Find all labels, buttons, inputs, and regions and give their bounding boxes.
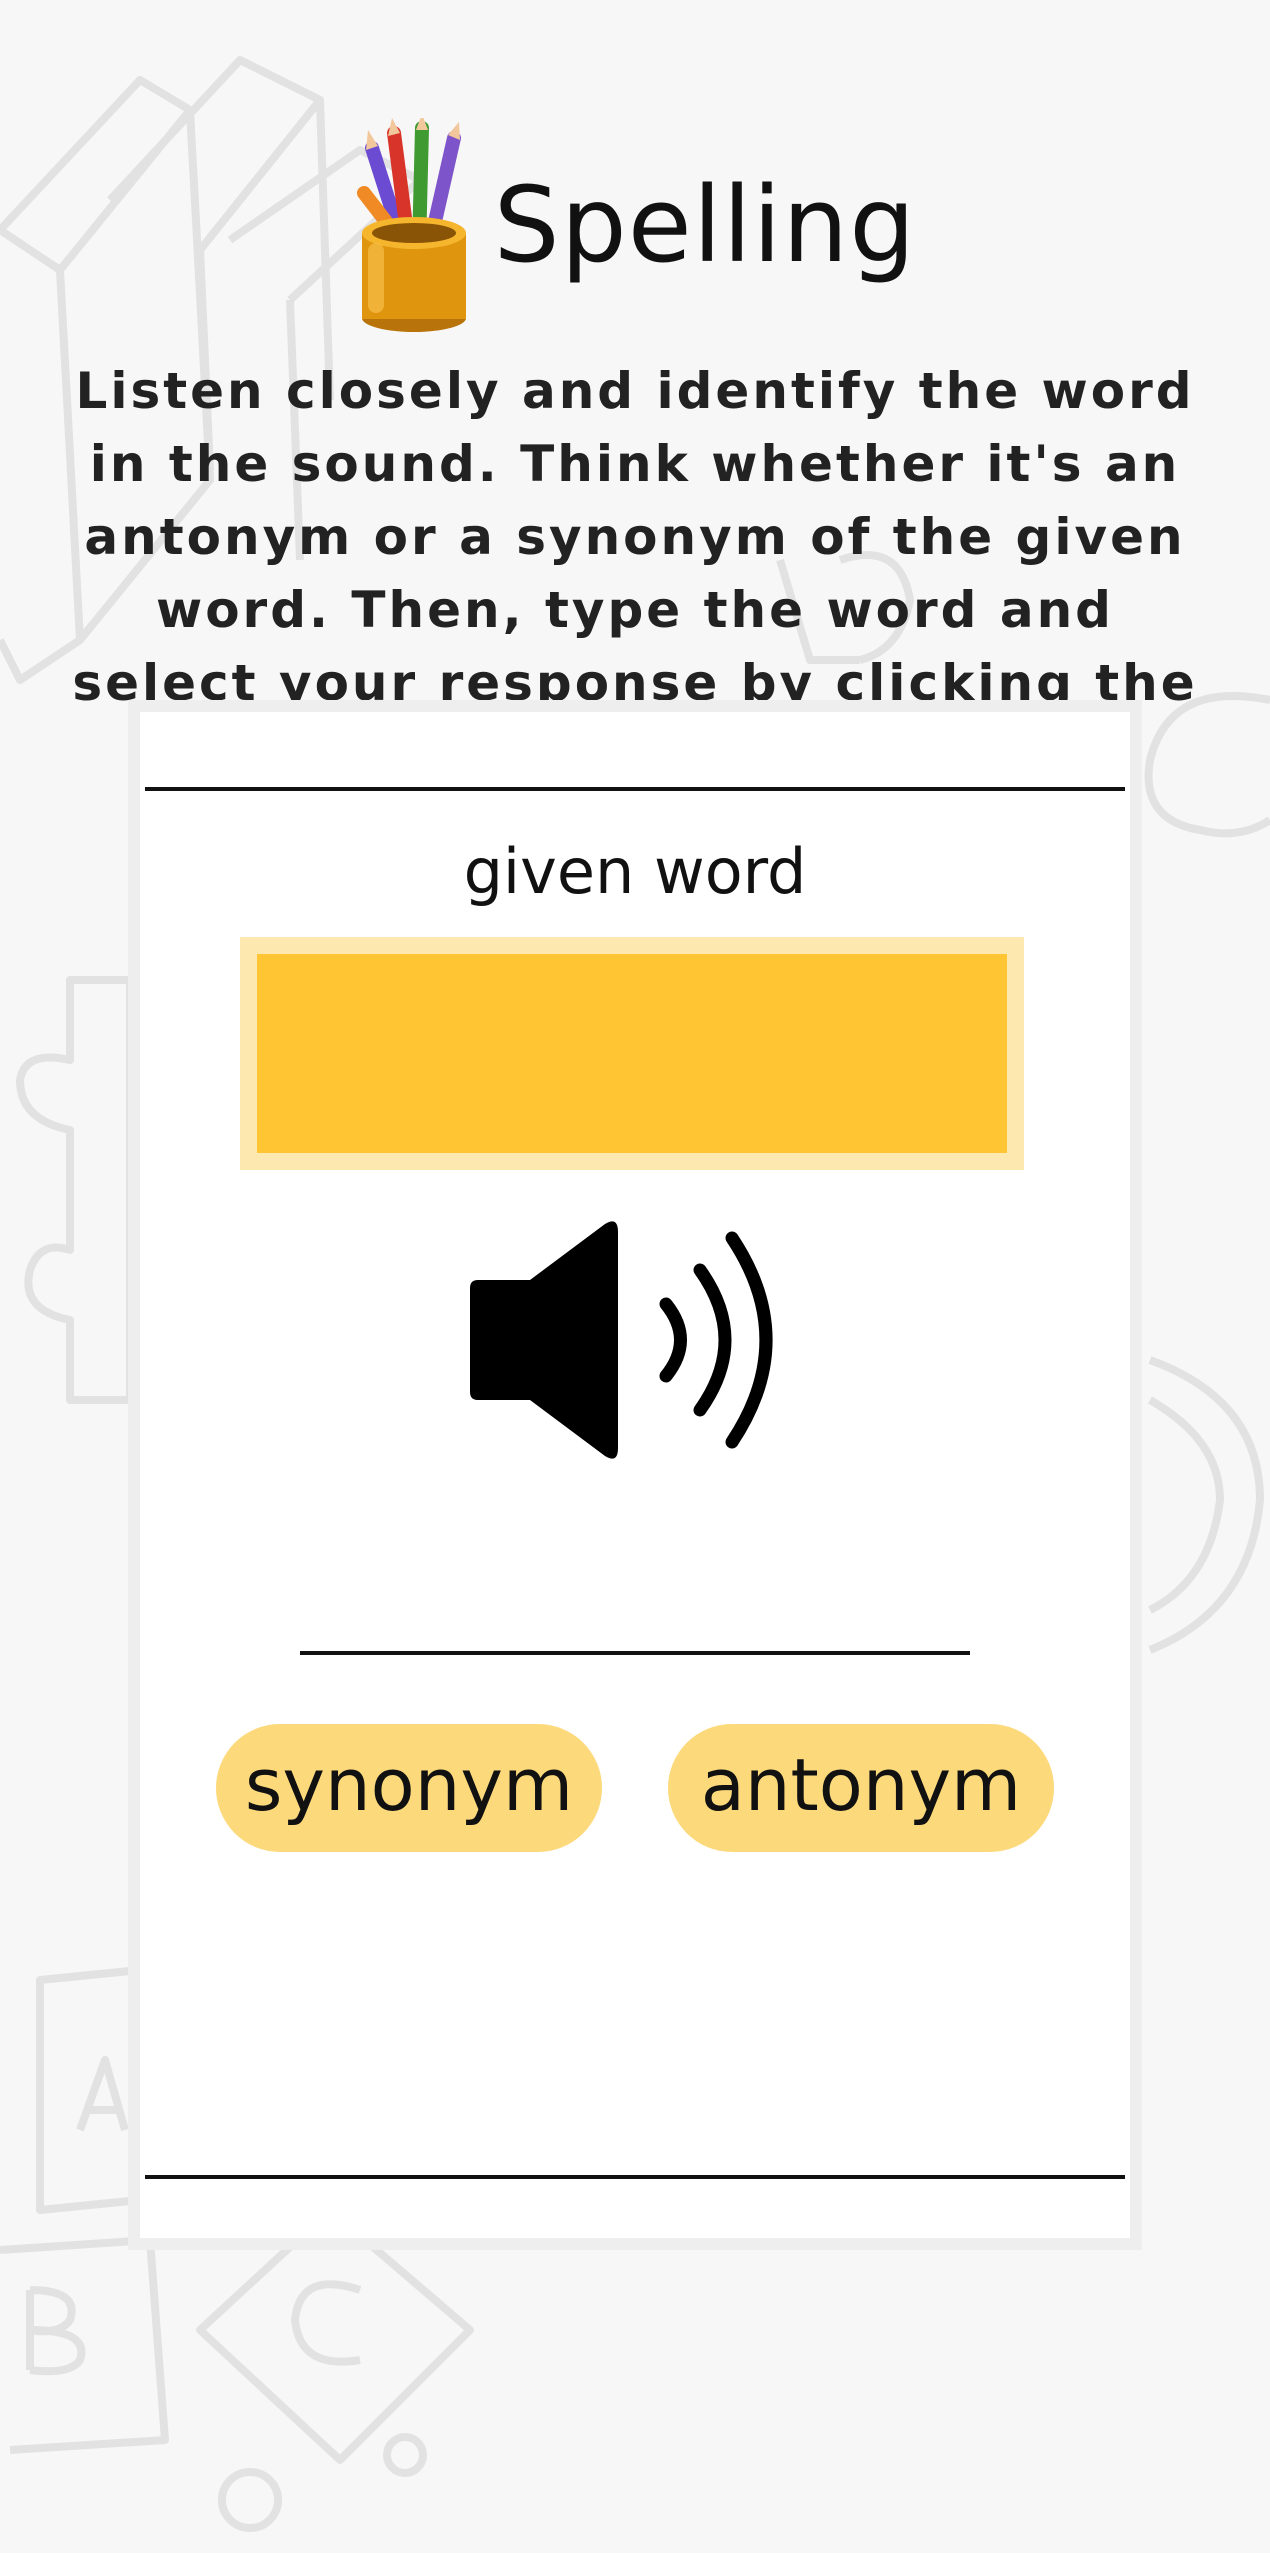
- antonym-button[interactable]: antonym: [668, 1724, 1054, 1852]
- bottom-divider: [145, 2175, 1125, 2179]
- speaker-icon: [470, 1221, 773, 1459]
- page-title: Spelling: [493, 164, 917, 286]
- header: Spelling: [0, 114, 1270, 342]
- play-sound-button[interactable]: [470, 1210, 790, 1470]
- synonym-button[interactable]: synonym: [216, 1724, 602, 1852]
- top-divider: [145, 787, 1125, 791]
- pencil-cup-icon: [354, 114, 474, 342]
- spelling-card: [128, 700, 1142, 2250]
- given-word-label: given word: [463, 835, 807, 908]
- answer-input-line[interactable]: [300, 1651, 970, 1655]
- given-word-box: [240, 937, 1024, 1170]
